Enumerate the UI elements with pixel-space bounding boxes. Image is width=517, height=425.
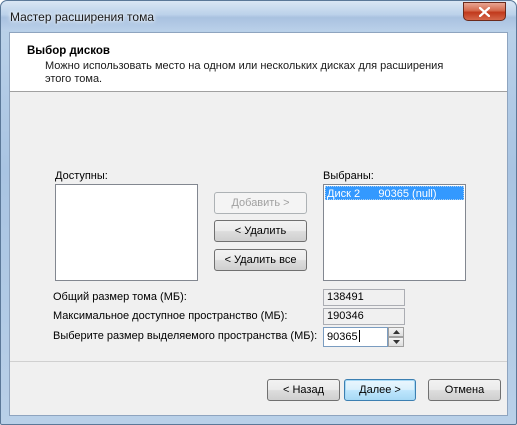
remove-button[interactable]: < Удалить [214,220,307,242]
selected-disks-list[interactable]: Диск 2 90365 (null) [323,184,466,281]
allocation-size-stepper[interactable] [388,327,404,347]
add-button[interactable]: Добавить > [214,192,307,214]
window-title: Мастер расширения тома [10,10,154,24]
close-button[interactable] [463,2,506,21]
arrow-down-icon [392,340,400,344]
wizard-header: Выбор дисков Можно использовать место на… [10,33,507,92]
allocation-size-value: 90365 [327,331,358,343]
allocation-size-input[interactable]: 90365 [323,327,388,347]
selected-disk-item[interactable]: Диск 2 90365 (null) [325,186,464,200]
footer-separator [10,361,507,362]
remove-all-button[interactable]: < Удалить все [214,249,307,271]
spin-up-button[interactable] [388,327,404,337]
max-space-label: Максимальное доступное пространство (МБ)… [53,310,288,322]
next-button[interactable]: Далее > [344,379,416,401]
cancel-button[interactable]: Отмена [428,379,501,401]
page-description: Можно использовать место на одном или не… [45,60,444,85]
available-disks-list[interactable] [55,184,198,281]
page-title: Выбор дисков [27,45,110,57]
wizard-client-area: Выбор дисков Можно использовать место на… [9,32,508,416]
title-bar[interactable]: Мастер расширения тома [1,1,516,31]
wizard-window: Мастер расширения тома Выбор дисков Можн… [0,0,517,425]
back-button[interactable]: < Назад [267,379,340,401]
available-label: Доступны: [55,170,108,182]
allocation-size-label: Выберите размер выделяемого пространства… [53,330,318,342]
spin-down-button[interactable] [388,337,404,347]
max-space-field: 190346 [323,308,405,325]
total-size-field: 138491 [323,289,405,306]
text-caret [358,330,360,342]
arrow-up-icon [392,330,400,334]
total-size-label: Общий размер тома (МБ): [53,291,187,303]
selected-label: Выбраны: [323,170,374,182]
close-icon [479,6,490,17]
